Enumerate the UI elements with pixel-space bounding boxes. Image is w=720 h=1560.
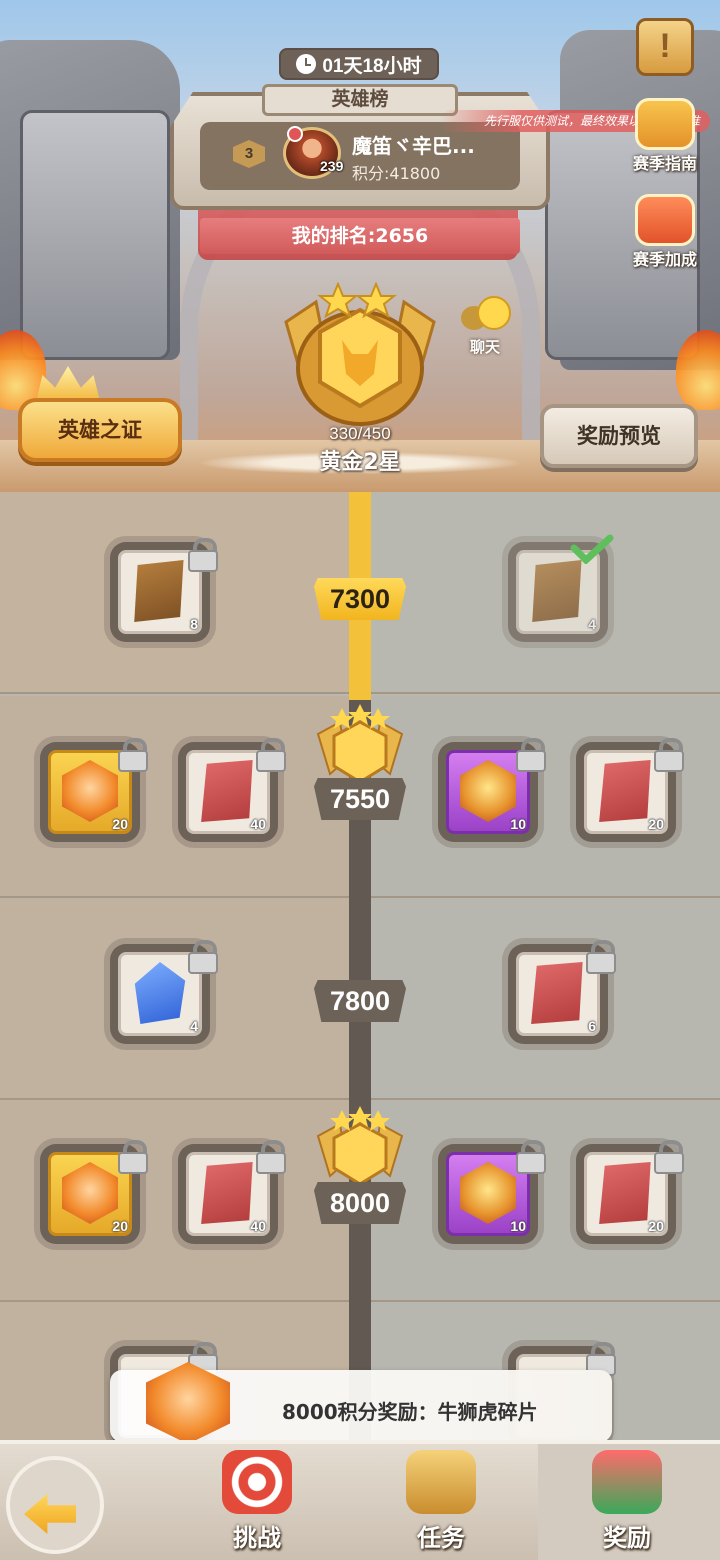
reward-qty: 6 <box>588 1018 596 1034</box>
ticket-icon <box>599 760 651 822</box>
ticket-icon <box>201 760 253 822</box>
avatar-badge-icon <box>287 126 303 142</box>
player-level: 239 <box>320 158 344 174</box>
reward-qty: 4 <box>190 1018 198 1034</box>
reward-slot[interactable]: 10 <box>438 738 546 842</box>
reward-qty: 20 <box>112 816 128 832</box>
lock-icon <box>188 940 218 974</box>
reward-qty: 20 <box>112 1218 128 1234</box>
chat-button[interactable]: 聊天 <box>450 296 520 357</box>
season-bonus-label: 赛季加成 <box>632 250 697 269</box>
trophy-icon <box>635 98 695 150</box>
reward-qty: 20 <box>648 1218 664 1234</box>
score-milestone: 7800 <box>314 980 406 1022</box>
gift-box-icon <box>592 1450 662 1514</box>
lock-icon <box>586 940 616 974</box>
ticket-icon <box>599 1162 651 1224</box>
scroll-icon <box>406 1450 476 1514</box>
reward-slot[interactable]: 20 <box>576 738 684 842</box>
score-milestone: 7300 <box>314 578 406 620</box>
ticket-icon <box>134 560 184 622</box>
reward-slot[interactable]: 40 <box>178 738 286 842</box>
notice-button[interactable]: ! <box>636 18 694 76</box>
reward-qty: 10 <box>510 1218 526 1234</box>
score-milestone: 7550 <box>314 778 406 820</box>
shield-cross-icon <box>635 194 695 246</box>
hero-proof-button[interactable]: 英雄之证 <box>18 398 182 462</box>
ticket-icon <box>531 962 583 1024</box>
reward-qty: 10 <box>510 816 526 832</box>
tab-tasks[interactable]: 任务 <box>386 1450 496 1554</box>
lock-icon <box>654 738 684 772</box>
my-rank-label: 我的排名:2656 <box>200 218 520 254</box>
tab-label: 任务 <box>417 1524 465 1552</box>
lock-icon <box>118 738 148 772</box>
checkmark-icon <box>570 534 614 564</box>
lock-icon <box>516 1140 546 1174</box>
back-button[interactable] <box>6 1456 104 1554</box>
reward-qty: 20 <box>648 816 664 832</box>
lock-icon <box>256 738 286 772</box>
reward-qty: 8 <box>190 616 198 632</box>
reward-toast-text: 8000积分奖励：牛狮虎碎片 <box>282 1400 538 1424</box>
target-icon <box>222 1450 292 1514</box>
lock-icon <box>118 1140 148 1174</box>
reward-qty: 40 <box>250 816 266 832</box>
tier-progress: 330/450 <box>329 424 391 443</box>
tab-label: 奖励 <box>603 1524 651 1552</box>
reward-qty: 40 <box>250 1218 266 1234</box>
player-name: 魔笛ヾ辛巴... <box>352 134 475 158</box>
timer-text: 01天18小时 <box>322 55 422 77</box>
tab-rewards[interactable]: 奖励 <box>572 1450 682 1554</box>
tab-challenge[interactable]: 挑战 <box>202 1450 312 1554</box>
reward-slot[interactable]: 4 <box>508 534 614 642</box>
clock-icon <box>296 54 317 74</box>
ticket-icon <box>532 560 582 622</box>
season-guide-button[interactable]: 赛季指南 <box>620 98 710 174</box>
ticket-icon <box>201 1162 253 1224</box>
tier-name: 黄金2星 <box>319 450 401 475</box>
reward-slot[interactable]: 8 <box>110 538 218 642</box>
reward-slot[interactable]: 6 <box>508 940 616 1044</box>
reward-slot[interactable]: 4 <box>110 940 218 1044</box>
reward-track[interactable]: 8 7300 4 7550 20 40 10 20 7800 4 6 8000 … <box>0 492 720 1440</box>
chat-icon <box>461 296 511 336</box>
reward-qty: 4 <box>588 616 596 632</box>
reward-slot[interactable]: 20 <box>576 1140 684 1244</box>
season-bonus-button[interactable]: 赛季加成 <box>620 194 710 270</box>
reward-slot[interactable]: 40 <box>178 1140 286 1244</box>
milestone-emblem-icon <box>316 1106 404 1186</box>
left-statue <box>20 110 170 360</box>
lock-icon <box>516 738 546 772</box>
season-guide-label: 赛季指南 <box>632 154 697 173</box>
reward-preview-button[interactable]: 奖励预览 <box>540 404 698 468</box>
lock-icon <box>188 538 218 572</box>
leaderboard-title: 英雄榜 <box>262 84 458 116</box>
lock-icon <box>654 1140 684 1174</box>
lock-icon <box>586 1342 616 1376</box>
player-score: 积分:41800 <box>352 164 441 183</box>
reward-slot[interactable]: 20 <box>40 1140 148 1244</box>
reward-slot[interactable]: 10 <box>438 1140 546 1244</box>
season-timer: 01天18小时 <box>279 48 439 80</box>
chat-label: 聊天 <box>469 338 500 356</box>
tab-label: 挑战 <box>233 1524 281 1552</box>
lock-icon <box>256 1140 286 1174</box>
score-milestone: 8000 <box>314 1182 406 1224</box>
milestone-emblem-icon <box>316 704 404 784</box>
gold-rank-emblem <box>284 282 436 426</box>
reward-slot[interactable]: 20 <box>40 738 148 842</box>
